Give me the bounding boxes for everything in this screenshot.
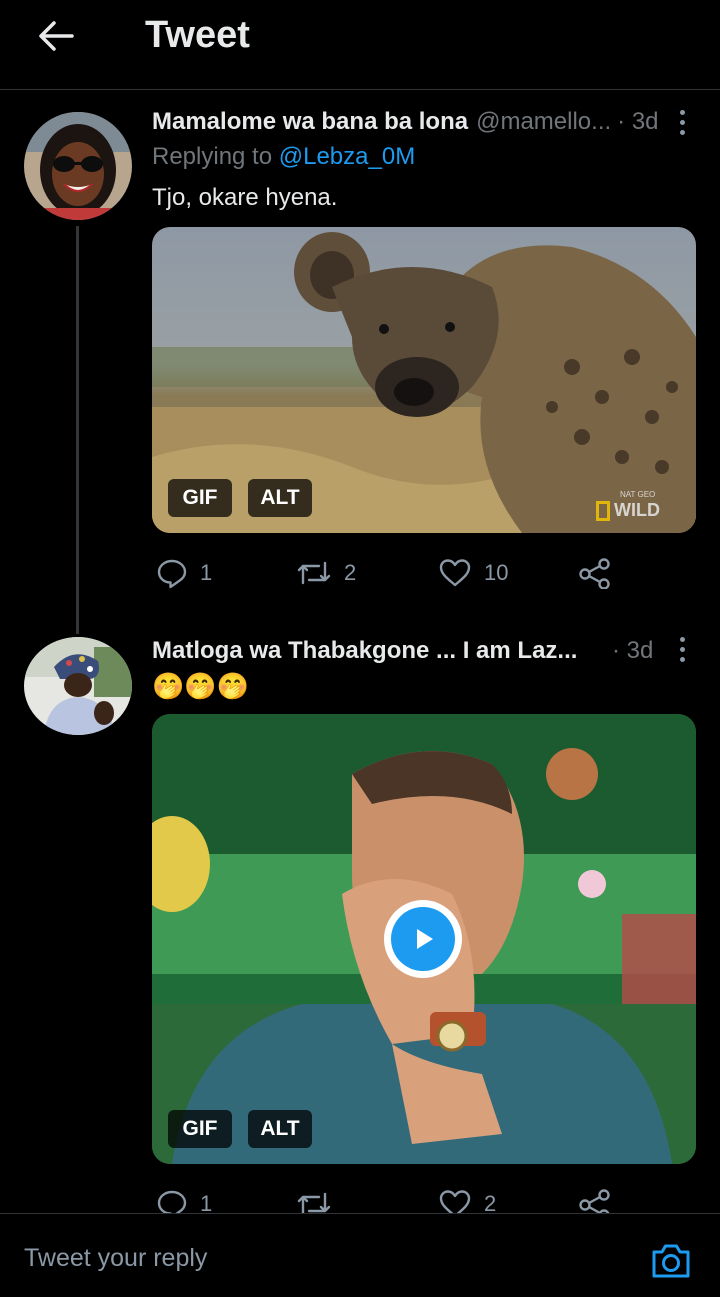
arrow-left-icon — [39, 21, 74, 51]
alt-badge[interactable]: ALT — [248, 479, 312, 517]
reply-count: 1 — [200, 1191, 213, 1214]
play-button[interactable] — [384, 900, 462, 978]
share-icon — [579, 558, 610, 589]
alt-badge[interactable]: ALT — [248, 1110, 312, 1148]
more-dots-icon — [679, 636, 685, 642]
like-count: 2 — [484, 1191, 497, 1214]
reply-button[interactable]: 1 — [156, 1184, 212, 1214]
like-count: 10 — [484, 560, 509, 585]
share-icon — [579, 1189, 610, 1214]
more-options-button[interactable] — [672, 632, 692, 666]
reply-count: 1 — [200, 560, 213, 585]
back-button[interactable] — [30, 12, 82, 60]
heart-icon — [439, 1190, 471, 1214]
like-button[interactable]: 10 — [438, 553, 508, 593]
tweet-text: 🤭🤭🤭 — [152, 671, 250, 701]
gif-badge: GIF — [168, 1110, 232, 1148]
tweet-header: Mamalome wa bana ba lona @mamello... · 3… — [152, 105, 696, 139]
retweet-icon — [297, 561, 331, 585]
tweet-actions: 1 2 10 — [152, 553, 672, 593]
camera-button[interactable] — [650, 1242, 692, 1284]
reply-button[interactable]: 1 — [156, 553, 212, 593]
reply-icon — [157, 559, 187, 589]
share-button[interactable] — [578, 1184, 612, 1214]
reply-composer — [0, 1213, 720, 1297]
like-button[interactable]: 2 — [438, 1184, 496, 1214]
tweet-time: · 3d — [617, 108, 659, 135]
replying-to: Replying to @Lebza_0M — [152, 143, 415, 171]
heart-icon — [439, 559, 471, 587]
share-button[interactable] — [578, 553, 612, 593]
natgeo-wild-logo: WILD NAT GEO — [596, 490, 660, 521]
reply-input[interactable] — [24, 1236, 604, 1280]
camera-icon — [652, 1244, 690, 1278]
author-name[interactable]: Mamalome wa bana ba lona — [152, 108, 468, 136]
replying-to-link[interactable]: @Lebza_0M — [279, 143, 415, 170]
replying-prefix: Replying to — [152, 143, 279, 170]
avatar[interactable] — [24, 112, 132, 220]
tweet-time: · 3d — [612, 637, 654, 664]
page-title: Tweet — [145, 14, 250, 56]
author-handle[interactable]: @mamello... — [476, 108, 611, 136]
top-app-bar: Tweet — [0, 0, 720, 90]
tweet-media-gif[interactable]: GIF ALT WILD NAT GEO — [152, 227, 696, 533]
tweet-media-gif[interactable]: GIF ALT — [152, 714, 696, 1164]
retweet-button[interactable]: 2 — [296, 553, 356, 593]
retweet-icon — [297, 1192, 331, 1214]
avatar[interactable] — [24, 637, 132, 735]
retweet-button[interactable] — [296, 1184, 344, 1214]
tweet-text: Tjo, okare hyena. — [152, 184, 338, 211]
gif-badge: GIF — [168, 479, 232, 517]
more-options-button[interactable] — [672, 105, 692, 139]
more-dots-icon — [679, 109, 685, 115]
hyena-gif-image — [152, 227, 696, 533]
reply-icon — [157, 1190, 187, 1214]
thread-connector — [76, 226, 79, 634]
retweet-count: 2 — [344, 560, 357, 585]
author-name[interactable]: Matloga wa Thabakgone ... I am Laz... — [152, 637, 577, 665]
play-icon — [417, 929, 433, 949]
tweet-actions: 1 2 — [152, 1184, 672, 1214]
